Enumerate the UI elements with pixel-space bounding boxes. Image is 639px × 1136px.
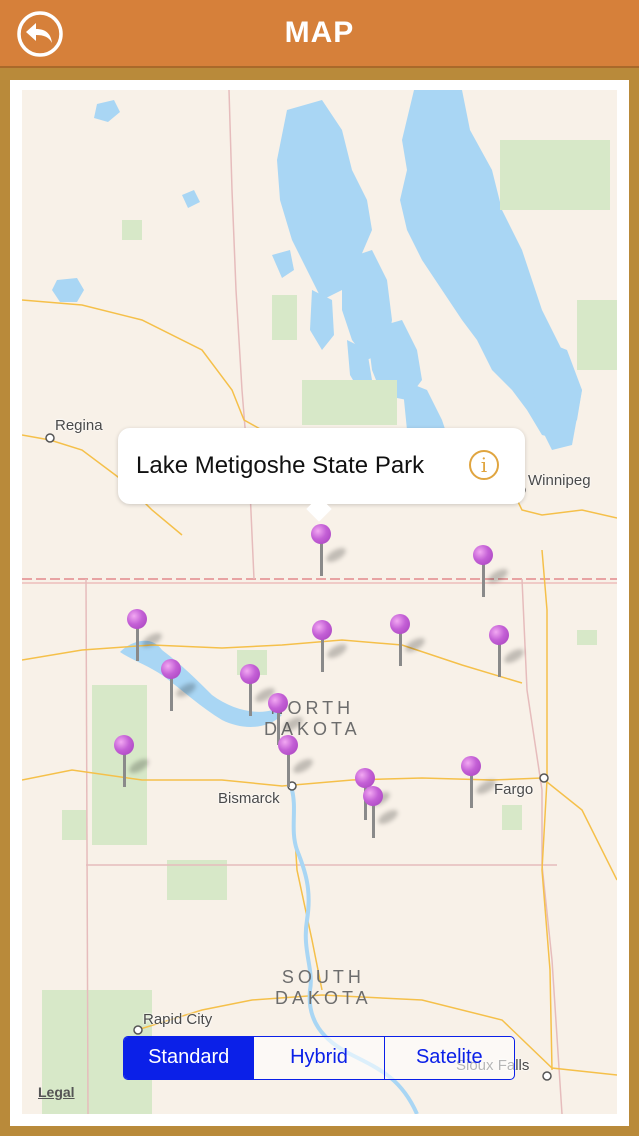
map-canvas	[22, 90, 617, 1114]
map-pin[interactable]	[114, 735, 154, 795]
map-pin[interactable]	[278, 735, 318, 795]
legal-link[interactable]: Legal	[38, 1084, 75, 1100]
map-pin[interactable]	[363, 786, 403, 846]
map-pin[interactable]	[461, 756, 501, 816]
map-pin[interactable]	[312, 620, 352, 680]
map-view[interactable]: Regina Winnipeg Bismarck Fargo Rapid Cit…	[22, 90, 617, 1114]
page-title: MAP	[284, 16, 355, 49]
callout-title: Lake Metigoshe State Park	[136, 452, 425, 479]
map-pin[interactable]	[489, 625, 529, 685]
app-header: MAP	[0, 0, 639, 68]
map-pin[interactable]	[473, 545, 513, 605]
map-pin[interactable]	[311, 524, 351, 584]
map-type-satellite[interactable]: Satelite	[383, 1037, 514, 1079]
city-label-rapid-city: Rapid City	[143, 1011, 213, 1028]
map-pin[interactable]	[390, 614, 430, 674]
city-label-winnipeg: Winnipeg	[528, 472, 591, 489]
city-label-regina: Regina	[55, 417, 103, 434]
map-pin[interactable]	[161, 659, 201, 719]
map-type-standard[interactable]: Standard	[124, 1037, 254, 1079]
pin-callout[interactable]: Lake Metigoshe State Park i	[118, 428, 525, 522]
map-type-control: Standard Hybrid Satelite	[123, 1036, 515, 1080]
state-label-south-dakota: SOUTH DAKOTA	[275, 967, 372, 1008]
city-label-bismarck: Bismarck	[218, 790, 280, 807]
info-icon[interactable]: i	[469, 450, 499, 480]
map-type-hybrid[interactable]: Hybrid	[253, 1037, 383, 1079]
